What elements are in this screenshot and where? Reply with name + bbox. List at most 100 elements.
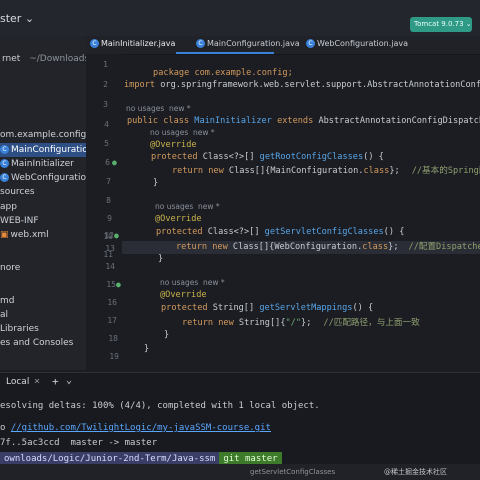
line-number: 7 [106, 177, 111, 186]
code-keyword: protected [161, 303, 208, 313]
code-text: }; [389, 166, 400, 176]
tab-label: MainInitializer.java [101, 39, 176, 48]
code-line: protected Class<?>[] getServletConfigCla… [156, 227, 404, 237]
tree-item-package[interactable]: om.example.config [0, 128, 86, 142]
code-text: } [153, 178, 159, 188]
code-method: getServletConfigClasses [264, 227, 384, 237]
code-line: return new String[]{"/"}; //匹配路径，与上面一致 [182, 316, 420, 328]
add-terminal-icon[interactable]: + [52, 375, 59, 388]
tree-item-webxml[interactable]: ▣ web.xml [0, 228, 49, 242]
tree-item-helpmd[interactable]: md [0, 294, 14, 308]
class-icon: C [0, 159, 9, 168]
tree-item-label: MainInitializer [11, 159, 74, 169]
line-number: 8 [106, 196, 111, 205]
code-keyword: return new [176, 242, 228, 252]
tree-item-label: MainConfiguration [11, 145, 94, 155]
code-type: Class<?>[] [197, 152, 260, 162]
terminal-line: o //github.com/TwilightLogic/my-javaSSM-… [0, 423, 271, 433]
line-number: 9 [107, 214, 112, 223]
chevron-down-icon[interactable]: ⌄ [66, 375, 72, 386]
tree-item-webinf[interactable]: WEB-INF [0, 214, 39, 228]
tab-label: WebConfiguration.java [317, 39, 408, 48]
override-gutter-icon[interactable]: ● [114, 231, 119, 240]
tree-item-webapp[interactable]: app [0, 200, 17, 214]
line-number: 1 [103, 60, 108, 69]
code-annotation: @Override [160, 290, 207, 300]
code-keyword: import [124, 80, 156, 90]
code-method: getRootConfigClasses [259, 152, 364, 162]
code-text: () { [383, 227, 405, 237]
code-method: getServletMappings [259, 303, 353, 313]
line-number: 19 [109, 352, 119, 361]
tree-item-label: WebConfiguration [11, 173, 92, 183]
line-number: 2 [103, 80, 108, 89]
code-line: } [158, 254, 163, 264]
tab-maininitializer[interactable]: C MainInitializer.java [90, 39, 175, 48]
code-line: @Override [155, 214, 202, 224]
code-line: } [153, 178, 158, 188]
code-line: protected String[] getServletMappings() … [161, 303, 373, 313]
code-line: } [144, 344, 149, 354]
editor-tab-bar: C MainInitializer.java C MainConfiguration… [86, 36, 480, 55]
repo-link[interactable]: //github.com/TwilightLogic/my-javaSSM-co… [11, 423, 271, 433]
class-icon: C [90, 39, 99, 48]
override-gutter-icon[interactable]: ● [116, 280, 121, 289]
project-root-name: rnet [2, 54, 21, 64]
code-line: } [164, 330, 169, 340]
tree-item-external-libraries[interactable]: Libraries [0, 322, 39, 336]
line-number: 6 [105, 158, 110, 167]
usage-hint[interactable]: no usages new * [150, 128, 215, 137]
code-editor[interactable]: package com.example.config; import org.s… [122, 54, 480, 370]
line-number: 14 [105, 262, 115, 271]
code-line: return new Class[]{MainConfiguration.cla… [172, 164, 480, 176]
tree-item-gitignore[interactable]: nore [0, 261, 20, 275]
line-number: 16 [107, 298, 117, 307]
code-text: }; [388, 242, 399, 252]
code-keyword: public class [127, 116, 190, 126]
code-text: } [158, 254, 164, 264]
line-number: 3 [103, 100, 108, 109]
class-icon: C [0, 145, 9, 154]
status-breadcrumb[interactable]: getServletConfigClasses [250, 464, 335, 480]
class-icon: C [0, 173, 9, 182]
run-config-selector[interactable]: Tomcat 9.0.73 ⌄ [410, 17, 472, 32]
usage-hint[interactable]: no usages new * [160, 278, 225, 287]
code-keyword: return new [172, 166, 224, 176]
status-bar: getServletConfigClasses @稀土掘金技术社区 [0, 464, 480, 480]
tree-item-scratches[interactable]: es and Consoles [0, 336, 73, 350]
xml-file-icon: ▣ [0, 230, 9, 240]
tree-item-webconfiguration[interactable]: C WebConfiguration [0, 171, 92, 185]
code-text: } [144, 344, 150, 354]
code-text: } [164, 330, 170, 340]
tree-item-maininitializer[interactable]: C MainInitializer [0, 157, 74, 171]
code-line: public class MainInitializer extends Abs… [127, 116, 480, 126]
tab-webconfiguration[interactable]: C WebConfiguration.java [306, 39, 408, 48]
usage-hint[interactable]: no usages new * [155, 202, 220, 211]
code-comment: //配置DispatcherServlet的 [408, 242, 480, 252]
usage-hint[interactable]: no usages new * [126, 104, 191, 113]
code-keyword: extends [277, 116, 314, 126]
code-text: String[]{ [233, 318, 286, 328]
terminal-tab-local[interactable]: Local [6, 377, 29, 387]
code-line: import org.springframework.web.servlet.s… [124, 80, 480, 90]
code-keyword: class [363, 166, 390, 176]
code-text: () { [363, 152, 384, 162]
branch-selector[interactable]: ster ⌄ [0, 12, 34, 25]
tree-item-iml[interactable]: al [0, 308, 8, 322]
prompt-branch-label: master [245, 454, 278, 464]
code-text: org.springframework.web.servlet.support.… [160, 80, 480, 90]
code-line: protected Class<?>[] getRootConfigClasse… [151, 152, 384, 162]
code-type: String[] [207, 303, 260, 313]
code-keyword: return new [182, 318, 234, 328]
tree-item-label: web.xml [10, 230, 49, 240]
tab-mainconfiguration[interactable]: C MainConfiguration.java [196, 39, 300, 48]
tree-item-resources[interactable]: sources [0, 185, 35, 199]
override-gutter-icon[interactable]: ● [112, 158, 117, 167]
code-keyword: protected [156, 227, 203, 237]
terminal-line: esolving deltas: 100% (4/4), completed w… [0, 401, 320, 411]
code-line: return new Class[]{WebConfiguration.clas… [176, 240, 480, 252]
code-text: package com.example.config; [153, 68, 293, 78]
line-number: 15 [106, 280, 116, 289]
close-icon[interactable]: × [34, 376, 40, 387]
code-text: AbstractAnnotationConfigDispatcherServle… [318, 116, 480, 126]
